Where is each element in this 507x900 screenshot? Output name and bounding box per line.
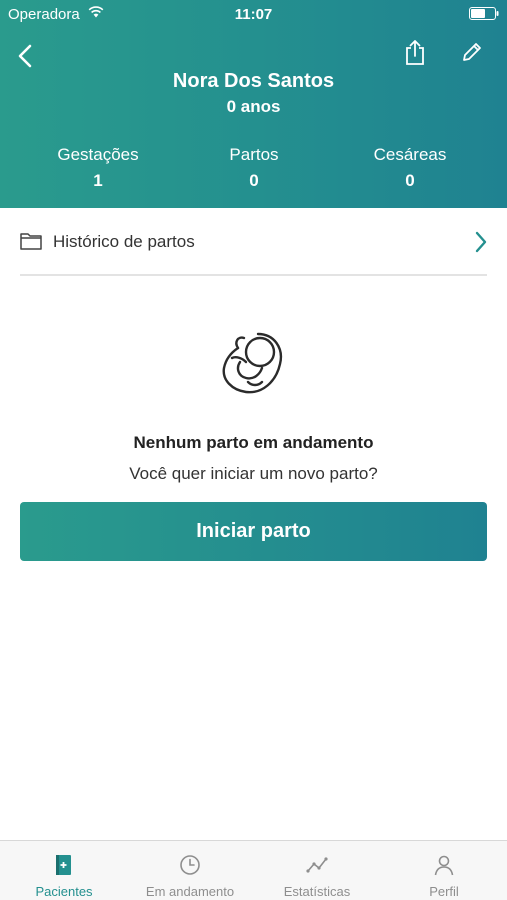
patient-name: Nora Dos Santos <box>172 70 335 92</box>
folder-icon <box>20 233 42 250</box>
tab-perfil[interactable]: Perfil <box>381 841 507 900</box>
baby-fetus-icon <box>222 332 283 394</box>
tab-label: Pacientes <box>35 884 93 899</box>
status-time: 11:07 <box>234 6 273 23</box>
stat-gestacoes: Gestações 1 <box>18 145 178 191</box>
start-delivery-button[interactable]: Iniciar parto <box>20 502 487 561</box>
stats-line-icon <box>306 857 328 873</box>
tab-estatisticas[interactable]: Estatísticas <box>254 841 380 900</box>
clock-icon <box>180 855 200 875</box>
share-icon[interactable] <box>402 38 428 66</box>
empty-state-subtitle: Você quer iniciar um novo parto? <box>129 464 378 483</box>
edit-pencil-icon[interactable] <box>460 40 484 64</box>
patients-book-icon <box>56 855 71 875</box>
chevron-right-icon <box>475 231 487 253</box>
history-row[interactable]: Histórico de partos <box>0 208 507 276</box>
person-icon <box>434 855 454 876</box>
tab-label: Estatísticas <box>283 884 351 899</box>
tab-bar: Pacientes Em andamento Estatísticas Perf… <box>0 840 507 900</box>
patient-age: 0 anos <box>226 97 281 116</box>
tab-em-andamento[interactable]: Em andamento <box>127 841 253 900</box>
history-label: Histórico de partos <box>53 232 195 251</box>
tab-label: Perfil <box>429 884 459 899</box>
status-bar: Operadora 11:07 <box>0 0 507 28</box>
stat-cesareas: Cesáreas 0 <box>330 145 490 191</box>
stat-value: 1 <box>93 171 103 190</box>
tab-pacientes[interactable]: Pacientes <box>1 841 127 900</box>
stat-label: Gestações <box>57 145 139 164</box>
tab-label: Em andamento <box>145 884 235 899</box>
stat-value: 0 <box>405 171 415 190</box>
stat-partos: Partos 0 <box>174 145 334 191</box>
divider <box>20 274 487 276</box>
stat-label: Partos <box>229 145 279 164</box>
empty-state-title: Nenhum parto em andamento <box>133 433 374 452</box>
battery-icon <box>469 7 499 20</box>
patient-header: Operadora 11:07 Nora Dos Santos 0 anos G… <box>0 0 507 208</box>
stat-value: 0 <box>249 171 259 190</box>
stat-label: Cesáreas <box>373 145 447 164</box>
back-button[interactable] <box>14 42 38 70</box>
